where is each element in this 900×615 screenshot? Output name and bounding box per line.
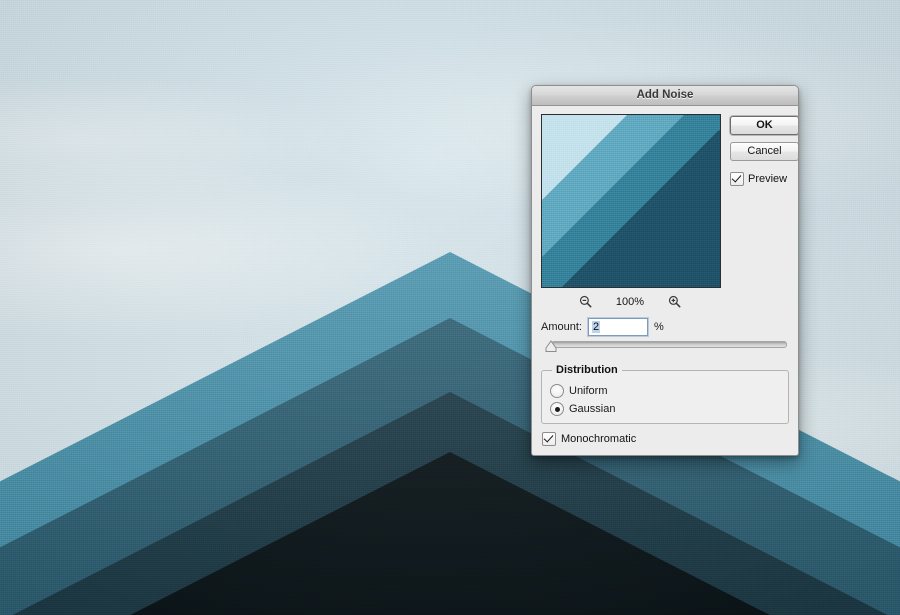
preview-and-actions-row: OK Cancel Preview — [541, 114, 798, 288]
distribution-option-uniform[interactable]: Uniform — [550, 384, 780, 398]
preview-checkbox-label: Preview — [748, 173, 788, 185]
amount-input[interactable]: 2 — [587, 318, 648, 336]
distribution-group: Distribution Uniform Gaussian — [541, 364, 789, 424]
magnifier-minus-icon[interactable] — [579, 295, 592, 308]
amount-value: 2 — [591, 321, 601, 333]
dialog-title: Add Noise — [636, 89, 694, 101]
distribution-legend: Distribution — [556, 364, 618, 376]
dialog-titlebar[interactable]: Add Noise — [532, 86, 798, 106]
monochromatic-checkbox[interactable] — [542, 432, 556, 446]
magnifier-plus-icon[interactable] — [668, 295, 681, 308]
amount-slider-thumb[interactable] — [545, 340, 557, 353]
preview-zoom-controls: 100% — [541, 295, 719, 308]
distribution-option-gaussian[interactable]: Gaussian — [550, 402, 780, 416]
preview-thumbnail[interactable] — [541, 114, 721, 288]
amount-label: Amount: — [541, 321, 582, 333]
gaussian-radio-label: Gaussian — [569, 403, 616, 415]
add-noise-dialog: Add Noise OK Cancel Preview 100% Amount:… — [531, 85, 799, 456]
cancel-button[interactable]: Cancel — [730, 142, 798, 161]
preview-checkbox-row[interactable]: Preview — [730, 172, 798, 186]
amount-row: Amount: 2 % — [541, 318, 789, 336]
uniform-radio-label: Uniform — [569, 385, 608, 397]
preview-noise-grain — [542, 115, 720, 287]
preview-image — [542, 115, 720, 287]
dialog-body: OK Cancel Preview 100% Amount: 2 % Distr… — [532, 106, 798, 455]
monochromatic-checkbox-row[interactable]: Monochromatic — [541, 432, 789, 455]
gaussian-radio[interactable] — [550, 402, 564, 416]
screen: Add Noise OK Cancel Preview 100% Amount:… — [0, 0, 900, 615]
zoom-level-label: 100% — [615, 295, 645, 308]
uniform-radio[interactable] — [550, 384, 564, 398]
amount-unit-label: % — [653, 321, 664, 333]
amount-slider-track[interactable] — [551, 341, 787, 348]
ok-button[interactable]: OK — [730, 116, 798, 135]
preview-checkbox[interactable] — [730, 172, 744, 186]
monochromatic-checkbox-label: Monochromatic — [561, 433, 637, 445]
amount-slider[interactable] — [541, 339, 789, 354]
wallpaper-mountain-layer-4 — [0, 452, 900, 615]
dialog-actions: OK Cancel Preview — [730, 114, 798, 186]
